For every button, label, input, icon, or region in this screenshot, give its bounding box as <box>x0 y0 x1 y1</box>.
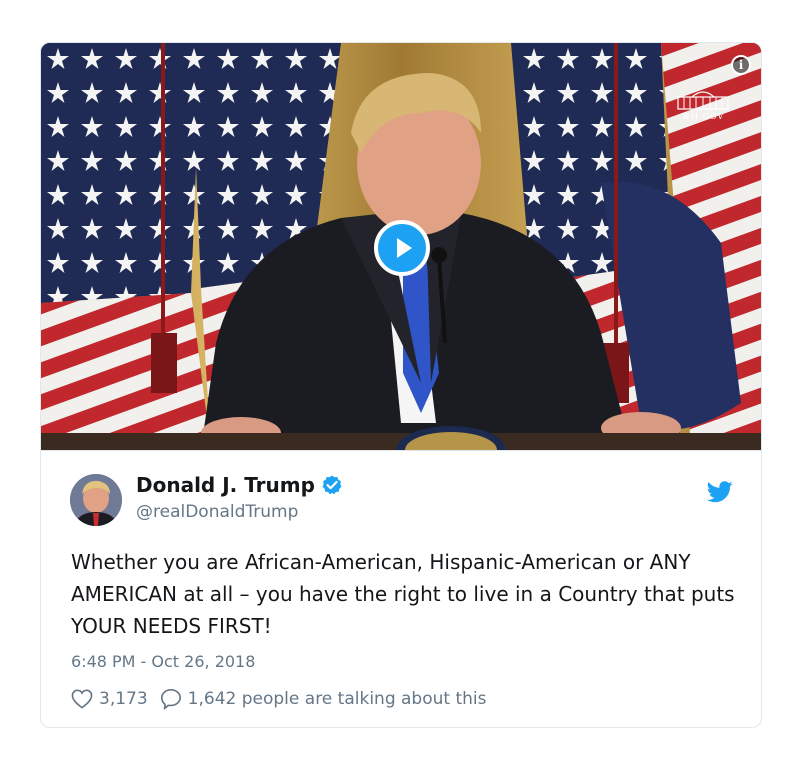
tweet-body: Donald J. Trump @realDonaldTrump Whether… <box>41 450 761 727</box>
reply-action[interactable]: 1,642 people are talking about this <box>160 688 487 710</box>
video-media[interactable]: WH.GOV i <box>41 43 761 450</box>
like-action[interactable]: 3,173 <box>71 689 148 709</box>
verified-badge-icon <box>322 475 342 495</box>
author-name[interactable]: Donald J. Trump <box>136 473 315 497</box>
twitter-bird-icon[interactable] <box>707 481 733 503</box>
speech-bubble-icon <box>160 689 181 710</box>
play-icon <box>396 238 412 258</box>
embedded-tweet-card[interactable]: WH.GOV i Donald J. Trump @realDonaldTrum… <box>40 42 762 728</box>
play-button[interactable] <box>374 220 430 276</box>
avatar-image <box>70 474 122 526</box>
watermark-text: WH.GOV <box>681 112 725 121</box>
like-count: 3,173 <box>99 689 148 709</box>
white-house-icon <box>677 91 729 110</box>
author-name-row[interactable]: Donald J. Trump <box>136 473 342 497</box>
wh-gov-watermark: WH.GOV <box>675 89 731 121</box>
tweet-actions: 3,173 1,642 people are talking about thi… <box>71 688 498 710</box>
heart-icon <box>71 689 93 709</box>
tweet-timestamp[interactable]: 6:48 PM - Oct 26, 2018 <box>71 652 255 671</box>
avatar[interactable] <box>70 474 122 526</box>
tweet-text: Whether you are African-American, Hispan… <box>71 550 735 638</box>
talking-count: 1,642 people are talking about this <box>187 689 487 709</box>
author-handle[interactable]: @realDonaldTrump <box>136 502 298 522</box>
info-icon[interactable]: i <box>731 55 751 75</box>
